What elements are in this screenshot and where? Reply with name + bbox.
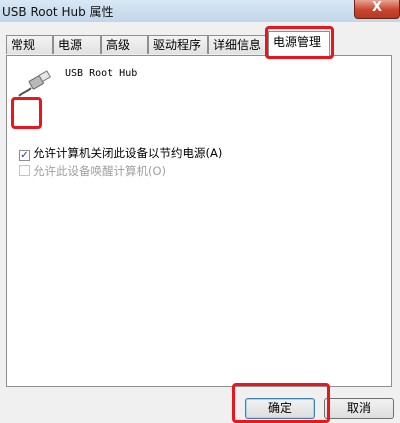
tab-power[interactable]: 电源 [53, 35, 101, 54]
allow-power-off-row: ✓ 允许计算机关闭此设备以节约电源(A) [19, 145, 222, 161]
allow-wake-checkbox [19, 165, 30, 176]
usb-plug-icon [18, 70, 52, 97]
allow-wake-row: 允许此设备唤醒计算机(O) [19, 163, 167, 178]
cancel-button[interactable]: 取消 [324, 398, 394, 419]
allow-wake-label: 允许此设备唤醒计算机(O) [33, 164, 167, 178]
device-name: USB Root Hub [65, 68, 138, 79]
dialog-body: 常规 电源 高级 驱动程序 详细信息 电源管理 USB Root Hub ✓ 允许… [0, 22, 400, 423]
allow-power-off-label[interactable]: 允许计算机关闭此设备以节约电源(A) [33, 146, 222, 160]
close-button[interactable]: X [354, 0, 400, 19]
title-bar: USB Root Hub 属性 X [0, 0, 400, 22]
tab-advanced[interactable]: 高级 [101, 35, 148, 54]
tab-general[interactable]: 常规 [6, 35, 53, 54]
tab-power-management[interactable]: 电源管理 [268, 31, 330, 56]
ok-button[interactable]: 确定 [245, 398, 315, 419]
power-management-panel: USB Root Hub ✓ 允许计算机关闭此设备以节约电源(A) 允许此设备唤醒… [6, 55, 392, 387]
allow-power-off-checkbox[interactable]: ✓ [19, 150, 30, 161]
tab-driver[interactable]: 驱动程序 [148, 35, 208, 54]
window-title: USB Root Hub 属性 [2, 5, 114, 19]
tab-details[interactable]: 详细信息 [208, 35, 268, 54]
